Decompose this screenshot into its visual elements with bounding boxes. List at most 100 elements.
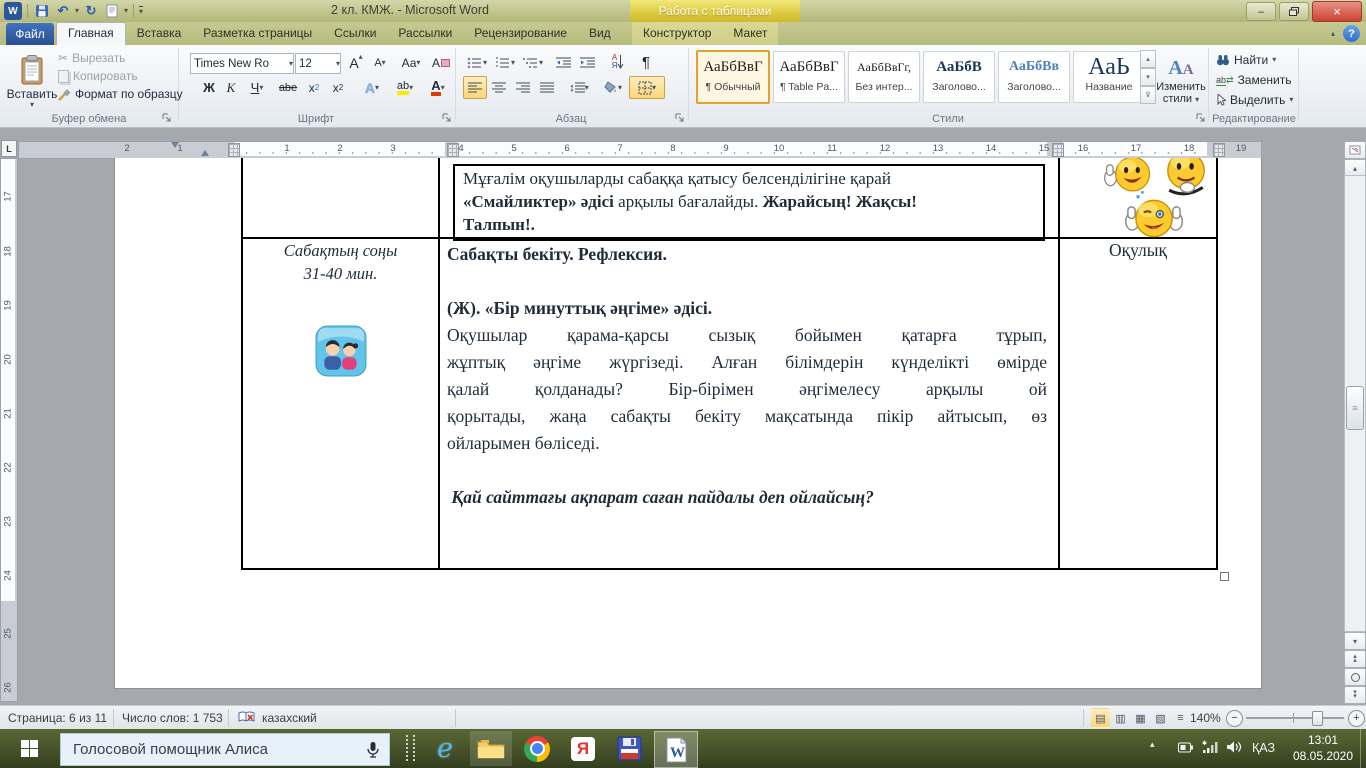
scrollbar-thumb[interactable]: ≡	[1346, 386, 1364, 430]
multilevel-list-button[interactable]: ▾	[519, 52, 547, 74]
document-icon[interactable]	[103, 2, 121, 20]
horizontal-ruler[interactable]: 2112345678910111213141516171819	[18, 141, 1262, 159]
taskbar-floppy-icon[interactable]	[608, 731, 650, 766]
gallery-down-icon[interactable]: ▾	[1140, 68, 1156, 86]
undo-icon[interactable]: ↶	[54, 2, 72, 20]
format-painter-button[interactable]: Формат по образцу	[58, 87, 183, 101]
change-case-button[interactable]: Аа▾	[394, 52, 428, 74]
zoom-level[interactable]: 140%	[1190, 711, 1221, 725]
replace-button[interactable]: ab⇄ Заменить	[1216, 73, 1292, 87]
underline-button[interactable]: Ч▾	[242, 76, 272, 99]
document-dropdown-icon[interactable]: ▾	[124, 7, 128, 15]
tab-0[interactable]: Главная	[56, 22, 126, 46]
taskbar-search-input[interactable]: Голосовой помощник Алиса	[60, 733, 390, 766]
collapse-ribbon-icon[interactable]: ▴	[1331, 30, 1335, 38]
strikethrough-button[interactable]: abe	[274, 76, 302, 99]
tab-6[interactable]: Вид	[578, 22, 622, 45]
font-size-combo[interactable]: 12 ▾	[295, 53, 341, 74]
shading-button[interactable]: ▾	[597, 76, 629, 99]
paragraph-dialog-launcher[interactable]	[675, 113, 685, 123]
font-dialog-launcher[interactable]	[442, 113, 452, 123]
table-column-marker[interactable]	[1052, 143, 1064, 157]
vertical-ruler[interactable]: 17181920212223242526	[0, 158, 18, 702]
font-family-combo[interactable]: Times New Ro ▾	[190, 53, 294, 74]
style-thumb-3[interactable]: АаБбВЗаголово...	[923, 51, 995, 103]
word-count[interactable]: Число слов: 1 753	[122, 711, 223, 725]
page-indicator[interactable]: Страница: 6 из 11	[8, 711, 107, 725]
restore-button[interactable]	[1279, 2, 1309, 21]
clear-formatting-button[interactable]: А	[428, 52, 454, 74]
view-print-layout-icon[interactable]: ▤	[1091, 708, 1110, 728]
line-spacing-button[interactable]: ↕▾	[563, 76, 595, 99]
style-thumb-0[interactable]: АаБбВвГ¶ Обычный	[696, 50, 770, 104]
grow-font-button[interactable]: А▴	[344, 52, 368, 74]
next-page-icon[interactable]: ▾▾	[1344, 686, 1366, 704]
zoom-out-icon[interactable]: −	[1226, 710, 1243, 727]
close-button[interactable]: ×	[1312, 1, 1362, 22]
gallery-more-icon[interactable]: ⊽	[1140, 86, 1156, 104]
font-color-button[interactable]: А▾	[422, 76, 454, 99]
taskbar-yandex-icon[interactable]: Я	[562, 731, 604, 766]
taskbar-word-icon[interactable]: W	[654, 731, 698, 768]
view-fullscreen-reading-icon[interactable]: ▥	[1111, 708, 1130, 728]
view-outline-icon[interactable]: ▧	[1151, 708, 1170, 728]
language-indicator[interactable]: казахский	[262, 711, 317, 725]
resource-cell[interactable]: Оқулық	[1062, 240, 1214, 261]
view-web-layout-icon[interactable]: ▦	[1131, 708, 1150, 728]
gallery-up-icon[interactable]: ▴	[1140, 50, 1156, 68]
contextual-tab-1[interactable]: Макет	[722, 22, 778, 45]
browse-object-icon[interactable]	[1344, 668, 1366, 686]
borders-button[interactable]: ▾	[629, 76, 665, 99]
view-draft-icon[interactable]: ≡	[1171, 708, 1190, 728]
tray-clock[interactable]: 13:01 08.05.2020	[1288, 732, 1358, 764]
style-thumb-2[interactable]: АаБбВвГг,Без интер...	[848, 51, 920, 103]
zoom-slider-track[interactable]	[1246, 717, 1344, 719]
table-column-marker[interactable]	[447, 143, 459, 157]
tab-1[interactable]: Вставка	[126, 22, 193, 45]
tray-expand-icon[interactable]: ▴	[1150, 739, 1155, 750]
taskbar-ie-icon[interactable]: e	[424, 731, 466, 766]
scroll-down-icon[interactable]: ▾	[1344, 632, 1366, 650]
style-thumb-4[interactable]: АаБбВвЗаголово...	[998, 51, 1070, 103]
bullets-button[interactable]: ▾	[463, 52, 491, 74]
tab-file[interactable]: Файл	[6, 23, 54, 45]
battery-icon[interactable]	[1178, 742, 1193, 753]
change-styles-button[interactable]: АА Изменить стили ▾	[1156, 50, 1206, 112]
note-box[interactable]: Мұғалім оқушыларды сабаққа қатысу белсен…	[453, 164, 1045, 241]
minimize-button[interactable]: –	[1246, 2, 1276, 21]
document-page[interactable]: Мұғалім оқушыларды сабаққа қатысу белсен…	[114, 158, 1262, 689]
stage-cell[interactable]: Сабақтың соңы 31-40 мин.	[243, 239, 438, 383]
start-button[interactable]	[0, 729, 58, 768]
numbering-button[interactable]: ▾	[491, 52, 519, 74]
show-marks-button[interactable]: ¶	[635, 50, 657, 74]
save-icon[interactable]	[33, 2, 51, 20]
table-column-marker[interactable]	[228, 143, 240, 157]
clipboard-dialog-launcher[interactable]	[162, 113, 172, 123]
customize-qat-icon[interactable]: ▾	[139, 6, 143, 16]
undo-dropdown-icon[interactable]: ▾	[75, 7, 79, 15]
spellcheck-icon[interactable]	[238, 711, 255, 724]
ruler-toggle-button[interactable]	[1344, 141, 1366, 159]
hanging-indent-marker[interactable]	[201, 150, 209, 156]
tab-5[interactable]: Рецензирование	[463, 22, 578, 45]
zoom-in-icon[interactable]: +	[1348, 710, 1365, 727]
subscript-button[interactable]: x2	[302, 76, 326, 99]
justify-button[interactable]	[535, 76, 559, 99]
lesson-cell[interactable]: Сабақты бекіту. Рефлексия. (Ж). «Бір мин…	[447, 241, 1047, 511]
sort-button[interactable]: АЯ	[603, 50, 633, 74]
contextual-tab-0[interactable]: Конструктор	[632, 22, 722, 45]
align-left-button[interactable]	[463, 76, 487, 99]
tab-4[interactable]: Рассылки	[387, 22, 463, 45]
network-signal-icon[interactable]: ✱	[1202, 740, 1218, 754]
styles-dialog-launcher[interactable]	[1196, 113, 1206, 123]
tab-selector[interactable]: L	[1, 140, 17, 157]
style-thumb-5[interactable]: АаЬНазвание	[1073, 51, 1145, 103]
find-button[interactable]: Найти ▾	[1216, 53, 1276, 67]
previous-page-icon[interactable]: ▴▴	[1344, 650, 1366, 668]
tab-2[interactable]: Разметка страницы	[192, 22, 323, 45]
zoom-slider-thumb[interactable]	[1312, 711, 1323, 726]
taskbar-grip[interactable]	[406, 735, 415, 761]
smiley-wink-thumbs-icon[interactable]	[1125, 188, 1183, 246]
superscript-button[interactable]: x2	[326, 76, 350, 99]
taskbar-explorer-icon[interactable]	[470, 731, 512, 766]
